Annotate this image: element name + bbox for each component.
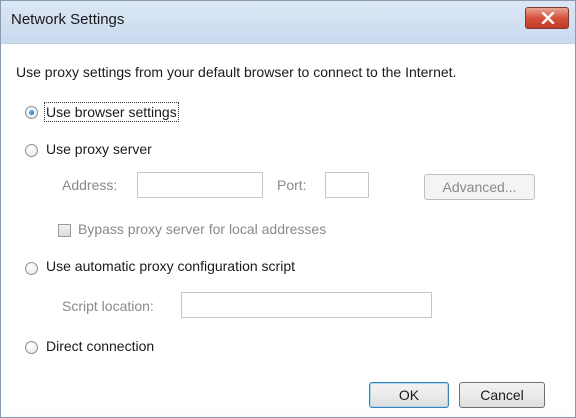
network-settings-dialog: Network Settings	[0, 0, 576, 418]
address-input[interactable]	[137, 172, 263, 198]
window-title: Network Settings	[11, 11, 125, 28]
cancel-button[interactable]: Cancel	[459, 382, 545, 408]
use-browser-settings-label-text: Use browser settings	[46, 104, 177, 120]
title-bar: Network Settings	[1, 1, 575, 44]
use-browser-settings-radio[interactable]	[25, 106, 38, 119]
port-label: Port:	[277, 177, 307, 193]
direct-connection-radio[interactable]	[25, 341, 38, 354]
automatic-proxy-script-label[interactable]: Use automatic proxy configuration script	[46, 258, 295, 274]
close-button[interactable]	[525, 7, 569, 29]
script-location-input[interactable]	[181, 292, 432, 318]
script-location-label: Script location:	[62, 298, 154, 314]
advanced-button[interactable]: Advanced...	[424, 174, 535, 200]
use-browser-settings-label[interactable]: Use browser settings	[44, 102, 179, 122]
use-proxy-server-label[interactable]: Use proxy server	[46, 141, 152, 157]
use-proxy-server-radio[interactable]	[25, 144, 38, 157]
port-input[interactable]	[325, 172, 369, 198]
ok-button[interactable]: OK	[369, 382, 449, 408]
address-label: Address:	[62, 177, 118, 193]
automatic-proxy-script-radio[interactable]	[25, 262, 38, 275]
bypass-local-label[interactable]: Bypass proxy server for local addresses	[78, 221, 326, 237]
close-icon	[541, 12, 555, 24]
intro-text: Use proxy settings from your default bro…	[16, 64, 457, 80]
direct-connection-label[interactable]: Direct connection	[46, 338, 154, 354]
bypass-local-checkbox[interactable]	[58, 224, 71, 237]
